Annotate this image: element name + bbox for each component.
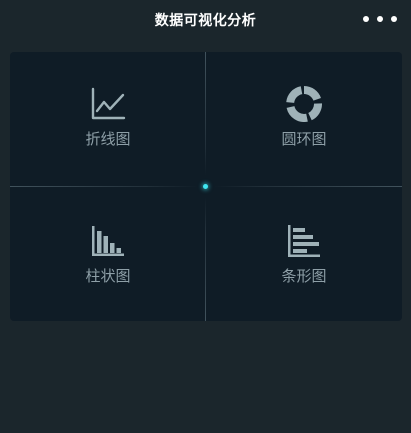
- chart-type-grid: 折线图 圆环图 柱状图 条形图: [10, 52, 402, 321]
- grid-item-donut-chart[interactable]: 圆环图: [206, 52, 402, 186]
- line-chart-icon: [91, 87, 126, 120]
- grid-item-label: 条形图: [281, 267, 327, 285]
- grid-item-horizontal-bar-chart[interactable]: 条形图: [206, 187, 402, 321]
- grid-item-label: 折线图: [85, 130, 131, 148]
- grid-item-label: 柱状图: [85, 267, 131, 285]
- title-bar: 数据可视化分析: [0, 0, 411, 40]
- bar-chart-icon: [92, 226, 124, 256]
- grid-item-bar-chart[interactable]: 柱状图: [10, 187, 206, 321]
- dot: [391, 16, 397, 22]
- donut-chart-icon: [286, 86, 322, 122]
- center-glow-dot: [203, 184, 208, 189]
- grid-item-line-chart[interactable]: 折线图: [10, 52, 206, 186]
- more-dots-icon[interactable]: [363, 11, 397, 27]
- dot: [377, 16, 383, 22]
- grid-item-label: 圆环图: [281, 130, 327, 148]
- app-window: 数据可视化分析 折线图 圆环图 柱状图 条形图: [0, 0, 411, 433]
- dot: [363, 16, 369, 22]
- page-title: 数据可视化分析: [154, 13, 257, 29]
- horizontal-bar-chart-icon: [288, 225, 320, 257]
